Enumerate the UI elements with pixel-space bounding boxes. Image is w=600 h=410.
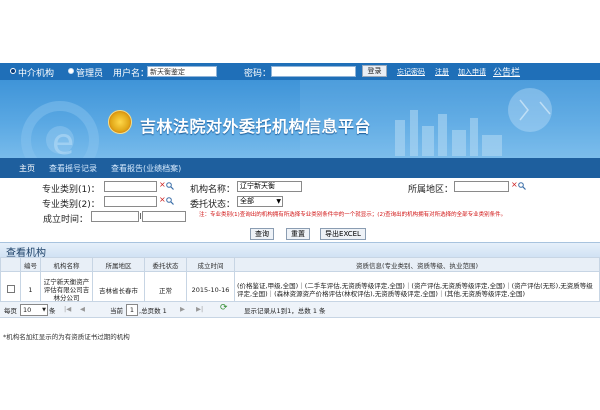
per-page-select[interactable]: 10 ▼ [20, 304, 48, 316]
footnote: *机构名加红显示的为有资质证书过期的机构 [3, 333, 130, 341]
header-date: 成立时间 [186, 257, 235, 272]
page-input[interactable]: 1 [126, 304, 138, 316]
region-search-icon[interactable] [518, 182, 526, 190]
org-name-label: 机构名称： [190, 185, 236, 195]
status-label: 委托状态： [190, 200, 236, 210]
nav-view-report[interactable]: 查看报告(业绩档案) [111, 163, 181, 174]
status-select[interactable]: 全部 ▼ [237, 196, 283, 207]
time-label: 成立时间： [43, 215, 89, 225]
query-button[interactable]: 查询 [250, 228, 274, 240]
announcement-link[interactable]: 公告栏 [493, 65, 520, 78]
prev-page-icon[interactable]: ◀ [80, 305, 85, 313]
header-qualification: 资质信息(专业类别、资质等级、执业范围) [234, 257, 600, 272]
table-header-row: 编号 机构名称 所属地区 委托状态 成立时间 资质信息(专业类别、资质等级、执业… [0, 257, 600, 272]
per-page-label: 每页 [4, 307, 17, 315]
username-label: 用户名： [113, 69, 150, 79]
chevron-down-icon: ▼ [42, 307, 46, 313]
chevron-down-icon: ▼ [276, 198, 281, 205]
site-title: 吉林法院对外委托机构信息平台 [140, 117, 372, 136]
category1-clear-icon[interactable]: × [159, 180, 166, 189]
radio-agency[interactable] [10, 68, 16, 74]
region-clear-icon[interactable]: × [511, 180, 518, 189]
first-page-icon[interactable]: |◀ [64, 305, 71, 313]
status-select-value: 全部 [240, 197, 254, 205]
category1-label: 专业类别(1)： [42, 185, 100, 195]
radio-agency-label: 中介机构 [18, 69, 55, 79]
category2-clear-icon[interactable]: × [159, 195, 166, 204]
reset-button[interactable]: 重置 [286, 228, 310, 240]
region-label: 所属地区： [408, 185, 454, 195]
join-apply-link[interactable]: 加入申请 [458, 67, 486, 77]
category2-search-icon[interactable] [166, 197, 174, 205]
radio-admin-label: 管理员 [76, 69, 104, 79]
header-name: 机构名称 [40, 257, 93, 272]
per-page-value: 10 [23, 306, 32, 314]
pager: 每页 10 ▼ 条 |◀ ◀ 当前 1 ,总页数 1 ▶ ▶| ⟳ 显示记录从1… [0, 301, 600, 318]
banner: e 吉林法院对外委托机构信息平台 [0, 80, 600, 158]
svg-text:e: e [52, 122, 74, 158]
header-region: 所属地区 [92, 257, 145, 272]
username-input[interactable]: 新天衡鉴定 [147, 66, 217, 77]
category2-label: 专业类别(2)： [42, 200, 100, 210]
row-checkbox[interactable] [6, 284, 15, 293]
login-button[interactable]: 登录 [362, 65, 387, 77]
category1-input[interactable] [104, 181, 157, 192]
refresh-icon[interactable]: ⟳ [220, 303, 228, 313]
category1-search-icon[interactable] [166, 182, 174, 190]
record-summary: 显示记录从1到1，总数 1 条 [244, 307, 326, 315]
header-status: 委托状态 [144, 257, 187, 272]
forgot-password-link[interactable]: 忘记密码 [397, 67, 425, 77]
nav-home[interactable]: 主页 [19, 163, 35, 174]
per-page-unit: 条 [49, 307, 56, 315]
login-bar: 中介机构 管理员 用户名： 新天衡鉴定 密码： 登录 忘记密码 注册 加入申请 … [0, 63, 600, 80]
nav-view-record[interactable]: 查看摇号记录 [49, 163, 97, 174]
search-hint: 注：专业类别(1)查询出的机构拥有所选择专业类别条件中的一个就显示；(2)查询出… [199, 212, 507, 218]
category2-input[interactable] [104, 196, 157, 207]
page-suffix: ,总页数 1 [139, 307, 167, 315]
time-start-input[interactable] [91, 211, 139, 222]
time-end-input[interactable] [142, 211, 186, 222]
password-input[interactable] [271, 66, 356, 77]
court-emblem-icon [108, 110, 132, 134]
region-input[interactable] [454, 181, 509, 192]
main-nav: 主页 查看摇号记录 查看报告(业绩档案) [0, 158, 600, 178]
register-link[interactable]: 注册 [435, 67, 449, 77]
header-no: 编号 [20, 257, 41, 272]
radio-admin[interactable] [68, 68, 74, 74]
page-prefix: 当前 [110, 307, 123, 315]
org-name-input[interactable]: 辽宁新天衡 [237, 181, 302, 192]
export-excel-button[interactable]: 导出EXCEL [320, 228, 366, 240]
next-page-icon[interactable]: ▶ [180, 305, 185, 313]
last-page-icon[interactable]: ▶| [196, 305, 203, 313]
password-label: 密码： [244, 69, 272, 79]
header-checkbox-col [0, 257, 21, 272]
